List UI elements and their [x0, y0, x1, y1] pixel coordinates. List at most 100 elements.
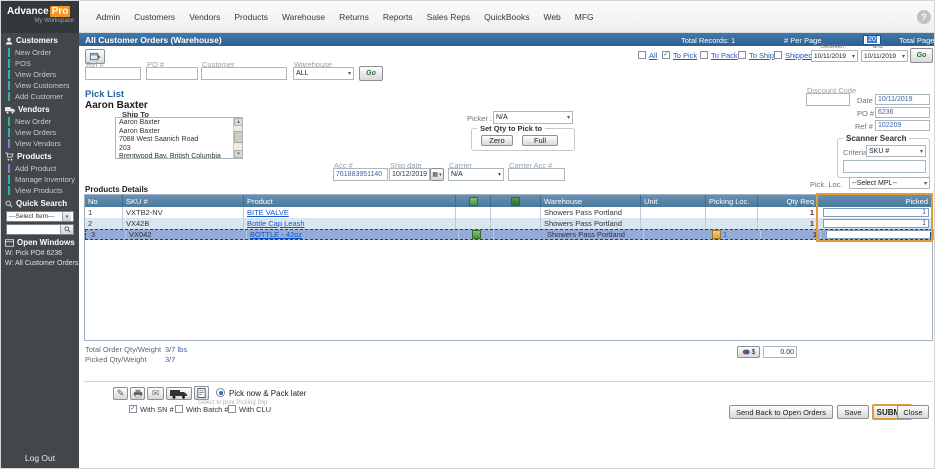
open-window-all-customer-orders[interactable]: W: All Customer Orders: [5, 260, 78, 267]
status-shipped-label[interactable]: Shipped: [785, 51, 813, 60]
carrier-acc-input[interactable]: [508, 168, 565, 181]
status-shipped-checkbox[interactable]: [774, 51, 782, 59]
date-value: [875, 94, 930, 105]
help-icon[interactable]: ?: [917, 10, 931, 24]
discount-code-input[interactable]: [806, 93, 850, 106]
menu-mfg[interactable]: MFG: [575, 12, 594, 22]
quick-search-input[interactable]: [7, 225, 60, 234]
scroll-down-icon[interactable]: ▾: [234, 150, 242, 158]
scroll-thumb[interactable]: [234, 131, 242, 143]
status-to-pick-label[interactable]: To Pick: [673, 51, 697, 60]
sidebar-section-customers[interactable]: Customers: [5, 36, 58, 45]
menu-admin[interactable]: Admin: [96, 12, 120, 22]
carrier-select[interactable]: N/A ▾: [448, 168, 504, 181]
table-row[interactable]: 2 VX42B Bottle Cap Leash Showers Pass Po…: [85, 218, 932, 229]
menu-web[interactable]: Web: [543, 12, 560, 22]
send-back-button[interactable]: Send Back to Open Orders: [729, 405, 833, 419]
product-link[interactable]: Bottle Cap Leash: [247, 219, 305, 228]
warehouse-filter-select[interactable]: ALL ▾: [293, 67, 354, 80]
ship-to-scrollbar[interactable]: ▴ ▾: [233, 118, 242, 158]
picker-select[interactable]: N/A ▾: [493, 111, 573, 124]
close-button[interactable]: Close: [897, 405, 929, 419]
picked-input[interactable]: [823, 208, 929, 217]
pick-pack-radio[interactable]: [216, 388, 225, 397]
menu-quickbooks[interactable]: QuickBooks: [484, 12, 529, 22]
status-all-checkbox[interactable]: [638, 51, 646, 59]
date-from-select[interactable]: 10/11/2019 ▾: [811, 50, 858, 62]
open-window-pick-po[interactable]: W: Pick PO# 6236: [5, 250, 62, 257]
menu-customers[interactable]: Customers: [134, 12, 175, 22]
edit-button[interactable]: ✎: [113, 387, 128, 400]
ref-filter-input[interactable]: [85, 67, 141, 80]
col-sku: SKU #: [123, 195, 244, 207]
picker-label: Picker :: [467, 114, 493, 123]
sidebar-item-vendors-new-order[interactable]: New Order: [8, 117, 51, 126]
sidebar-item-add-product[interactable]: Add Product: [8, 164, 56, 173]
sidebar-item-view-vendors[interactable]: View Vendors: [8, 139, 61, 148]
with-clu-label: With CLU: [239, 405, 272, 414]
pick-loc-select[interactable]: --Select MPL-- ▾: [849, 177, 930, 189]
menu-products[interactable]: Products: [234, 12, 268, 22]
status-to-pick-checkbox[interactable]: ✓: [662, 51, 670, 59]
menu-sales-reps[interactable]: Sales Reps: [427, 12, 470, 22]
quick-search-select[interactable]: ---Select Item--- ▾: [6, 211, 74, 222]
sidebar-section-products[interactable]: Products: [5, 152, 52, 161]
sidebar-item-view-products[interactable]: View Products: [8, 186, 63, 195]
picking-slip-print-button[interactable]: [194, 386, 209, 400]
quick-search-go-button[interactable]: [60, 225, 73, 234]
date-to-select[interactable]: 10/11/2019 ▾: [861, 50, 908, 62]
per-page-input[interactable]: 20: [863, 34, 881, 45]
customer-filter-input[interactable]: [201, 67, 287, 80]
sidebar-section-vendors[interactable]: Vendors: [5, 105, 50, 114]
status-to-pack-label[interactable]: To Pack: [711, 51, 738, 60]
table-row[interactable]: 1 VXTB2-NV BITE VALVE Showers Pass Portl…: [85, 207, 932, 218]
menu-vendors[interactable]: Vendors: [189, 12, 220, 22]
sidebar-item-add-customer[interactable]: Add Customer: [8, 92, 63, 101]
scanner-input[interactable]: [843, 160, 926, 173]
per-page-label: # Per Page: [784, 35, 822, 45]
sidebar-item-new-order[interactable]: New Order: [8, 48, 51, 57]
products-table: No SKU # Product Warehouse Unit Picking …: [84, 193, 934, 341]
menu-returns[interactable]: Returns: [339, 12, 369, 22]
save-button[interactable]: Save: [837, 405, 869, 419]
status-all-label[interactable]: All: [649, 51, 657, 60]
total-order-value: 3/7 lbs: [165, 345, 188, 354]
email-button[interactable]: ✉: [147, 387, 164, 400]
picked-input-focused[interactable]: [826, 230, 932, 239]
status-to-ship-checkbox[interactable]: [738, 51, 746, 59]
menu-reports[interactable]: Reports: [383, 12, 413, 22]
sidebar-item-manage-inventory[interactable]: Manage Inventory: [8, 175, 75, 184]
amount-input[interactable]: [763, 346, 797, 358]
with-clu-checkbox[interactable]: [228, 405, 236, 413]
product-link[interactable]: BOTTLE - 42oz: [250, 230, 302, 239]
with-batch-checkbox[interactable]: [175, 405, 183, 413]
menu-warehouse[interactable]: Warehouse: [282, 12, 325, 22]
scroll-up-icon[interactable]: ▴: [234, 118, 242, 126]
zero-button[interactable]: Zero: [481, 135, 513, 146]
table-row-selected[interactable]: 3 VX042 BOTTLE - 42oz Showers Pass Portl…: [85, 229, 934, 240]
date-go-button[interactable]: Go: [910, 48, 933, 63]
with-sn-checkbox[interactable]: ✓: [129, 405, 137, 413]
status-to-ship-label[interactable]: To Ship: [749, 51, 774, 60]
sidebar-item-vendors-view-orders[interactable]: View Orders: [8, 128, 56, 137]
sidebar-item-view-orders[interactable]: View Orders: [8, 70, 56, 79]
currency-button[interactable]: $: [737, 346, 760, 358]
cell-batch: [491, 207, 541, 218]
product-link[interactable]: BITE VALVE: [247, 208, 289, 217]
status-to-pack-checkbox[interactable]: [700, 51, 708, 59]
sidebar-item-view-customers[interactable]: View Customers: [8, 81, 69, 90]
calendar-button[interactable]: ▦ ▾: [430, 168, 444, 181]
ship-button[interactable]: [166, 387, 192, 400]
criteria-select[interactable]: SKU # ▾: [866, 145, 926, 157]
filter-go-button[interactable]: Go: [359, 66, 383, 81]
print-button[interactable]: [130, 387, 145, 400]
po-filter-input[interactable]: [146, 67, 198, 80]
sidebar-item-pos[interactable]: POS: [8, 59, 31, 68]
ship-to-box[interactable]: Aaron Baxter Aaron Baxter 7088 West Saan…: [115, 117, 243, 159]
logout-button[interactable]: Log Out: [1, 453, 79, 463]
acc-input[interactable]: [333, 168, 388, 181]
ship-date-input[interactable]: [389, 168, 430, 181]
picked-input[interactable]: [823, 219, 929, 228]
cell-no: 1: [85, 207, 123, 218]
full-button[interactable]: Full: [522, 135, 558, 146]
